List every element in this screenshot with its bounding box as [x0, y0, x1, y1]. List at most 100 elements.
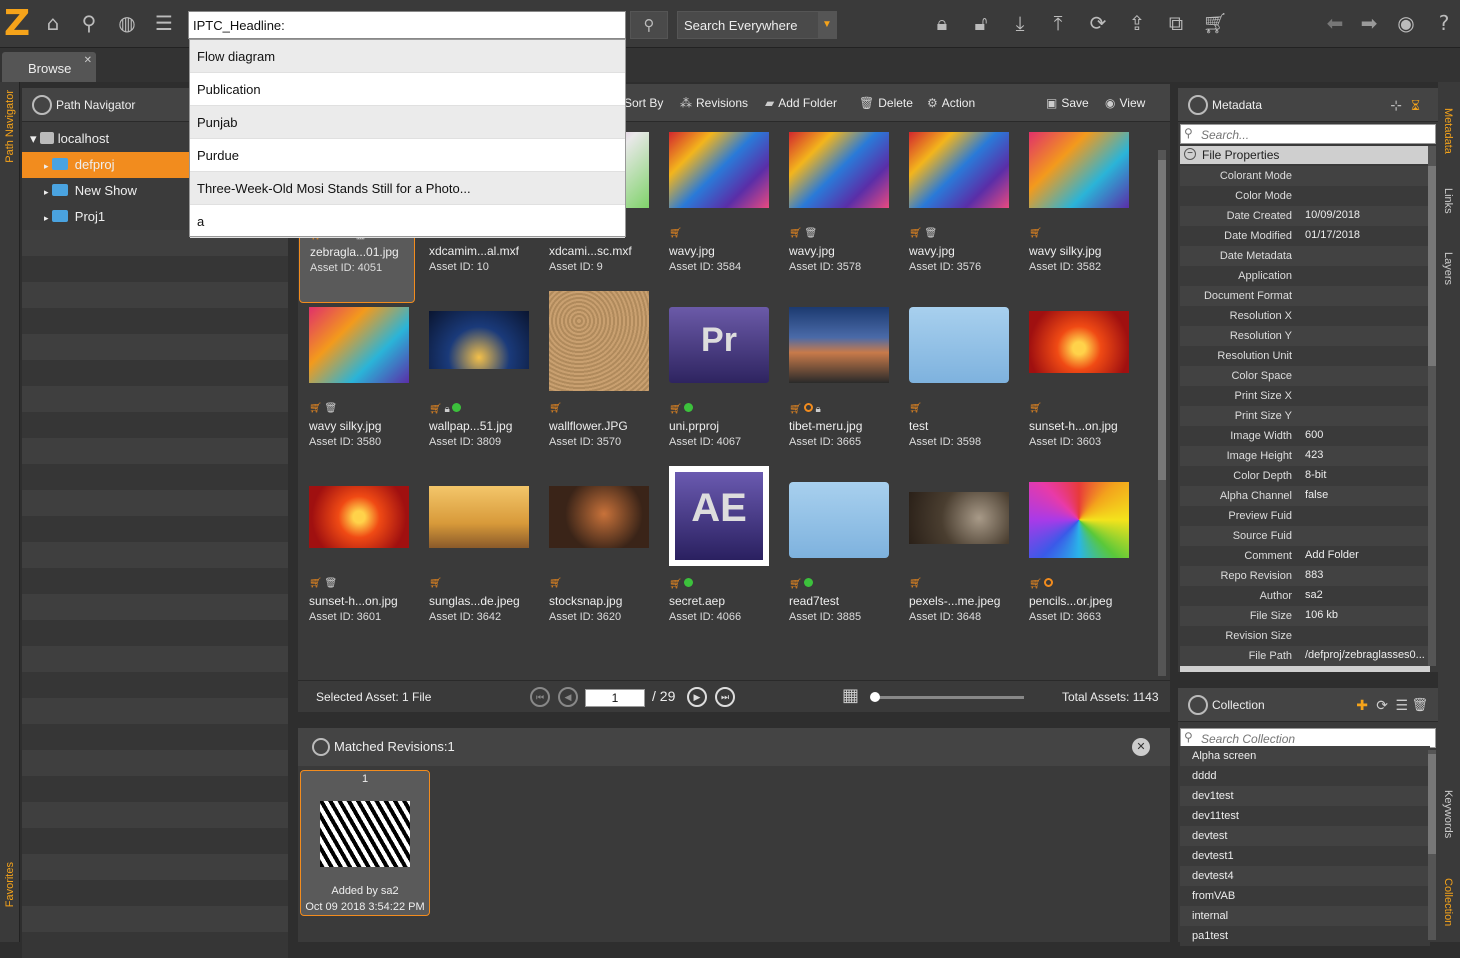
metadata-value[interactable]: [1301, 346, 1429, 349]
metadata-value[interactable]: [1301, 286, 1429, 289]
collection-item[interactable]: devtest: [1180, 826, 1430, 846]
trash-icon[interactable]: 🗑︎: [1411, 688, 1428, 722]
help-icon[interactable]: ?: [1431, 10, 1457, 36]
metadata-value[interactable]: 10/09/2018: [1301, 206, 1429, 221]
suggestion-item[interactable]: Three-Week-Old Mosi Stands Still for a P…: [190, 172, 625, 205]
sort-by-button[interactable]: Sort By: [624, 96, 663, 110]
lock-icon[interactable]: 🔒︎: [929, 10, 955, 36]
forward-arrow-icon[interactable]: ➡: [1356, 10, 1382, 36]
asset-tile[interactable]: 🛒︎ test Asset ID: 3598: [899, 303, 1015, 478]
home-icon[interactable]: ⌂: [40, 10, 66, 36]
asset-tile[interactable]: Pr 🛒︎ uni.prproj Asset ID: 4067: [659, 303, 775, 478]
links-side-tab[interactable]: Links: [1442, 188, 1454, 214]
refresh-icon[interactable]: ⟳: [1376, 688, 1388, 722]
asset-tile[interactable]: 🛒︎ 🗑︎ sunset-h...on.jpg Asset ID: 3601: [299, 478, 415, 653]
collection-item[interactable]: devtest4: [1180, 866, 1430, 886]
last-page-icon[interactable]: ⏭: [715, 687, 735, 707]
upload-icon[interactable]: ⤒: [1045, 10, 1071, 36]
close-icon[interactable]: ✕: [1132, 738, 1150, 756]
tab-browse[interactable]: Browse ✕: [2, 52, 96, 82]
asset-tile[interactable]: 🛒︎ pencils...or.jpeg Asset ID: 3663: [1019, 478, 1135, 653]
metadata-value[interactable]: [1301, 526, 1429, 529]
scrollbar-thumb[interactable]: [1428, 166, 1436, 366]
metadata-value[interactable]: [1301, 246, 1429, 249]
collection-scrollbar[interactable]: [1428, 750, 1436, 940]
asset-tile[interactable]: 🛒︎ wallflower.JPG Asset ID: 3570: [539, 291, 655, 478]
metadata-scrollbar[interactable]: [1428, 146, 1436, 666]
layers-side-tab[interactable]: Layers: [1442, 252, 1454, 285]
revision-card[interactable]: 1 Added by sa2 Oct 09 2018 3:54:22 PM: [300, 770, 430, 916]
metadata-value[interactable]: [1301, 306, 1429, 309]
search-icon[interactable]: ⚲: [76, 10, 102, 36]
metadata-value[interactable]: false: [1301, 486, 1429, 501]
keywords-side-tab[interactable]: Keywords: [1442, 790, 1454, 838]
grid-view-icon[interactable]: ▦: [842, 685, 859, 706]
metadata-value[interactable]: [1301, 266, 1429, 269]
metadata-value[interactable]: [1301, 626, 1429, 629]
collection-item[interactable]: internal: [1180, 906, 1430, 926]
view-button[interactable]: ◉ View: [1105, 96, 1145, 110]
asset-tile[interactable]: 🛒︎ pexels-...me.jpeg Asset ID: 3648: [899, 478, 1015, 653]
search-input[interactable]: [188, 11, 626, 39]
zoom-slider[interactable]: [870, 692, 1024, 702]
metadata-value[interactable]: 600: [1301, 426, 1429, 441]
asset-tile[interactable]: 🛒︎ 🗑︎ wavy silky.jpg Asset ID: 3580: [299, 303, 415, 478]
metadata-value[interactable]: [1301, 406, 1429, 409]
back-arrow-icon[interactable]: ⬅: [1322, 10, 1348, 36]
search-scope-select[interactable]: Search Everywhere ▼: [677, 11, 837, 39]
hourglass-icon[interactable]: ⏳︎: [1411, 88, 1420, 122]
metadata-value[interactable]: sa2: [1301, 586, 1429, 601]
metadata-side-tab[interactable]: Metadata: [1442, 108, 1454, 154]
collection-item[interactable]: Alpha screen: [1180, 746, 1430, 766]
download-icon[interactable]: ⤓: [1007, 10, 1033, 36]
collection-search-input[interactable]: [1180, 728, 1436, 748]
metadata-value[interactable]: 883: [1301, 566, 1429, 581]
scrollbar-thumb[interactable]: [1428, 754, 1436, 854]
metadata-value[interactable]: 106 kb: [1301, 606, 1429, 621]
metadata-value[interactable]: [1301, 366, 1429, 369]
share-icon[interactable]: ⇪: [1124, 10, 1150, 36]
metadata-value[interactable]: [1301, 186, 1429, 189]
cart-icon[interactable]: 🛒︎: [1202, 10, 1228, 36]
suggestion-item[interactable]: Publication: [190, 73, 625, 106]
collection-item[interactable]: dddd: [1180, 766, 1430, 786]
metadata-value[interactable]: [1301, 506, 1429, 509]
prev-page-icon[interactable]: ◀: [558, 687, 578, 707]
action-button[interactable]: ⚙ Action: [927, 96, 975, 110]
filter-icon[interactable]: ⊹: [1390, 88, 1402, 122]
path-navigator-side-tab[interactable]: Path Navigator: [4, 90, 16, 163]
delete-button[interactable]: 🗑︎ Delete: [859, 96, 913, 110]
save-button[interactable]: ▣ Save: [1046, 96, 1089, 110]
collection-item[interactable]: dev11test: [1180, 806, 1430, 826]
asset-tile[interactable]: AE 🛒︎ secret.aep Asset ID: 4066: [659, 466, 775, 653]
asset-tile[interactable]: 🛒︎ 🗑︎ wavy.jpg Asset ID: 3578: [779, 128, 895, 303]
page-number-input[interactable]: [585, 689, 645, 707]
first-page-icon[interactable]: ⏮: [530, 687, 550, 707]
asset-tile[interactable]: 🛒︎ sunglas...de.jpeg Asset ID: 3642: [419, 478, 535, 653]
metadata-value[interactable]: [1301, 326, 1429, 329]
unlock-icon[interactable]: 🔓︎: [968, 10, 994, 36]
asset-tile[interactable]: 🛒︎ read7test Asset ID: 3885: [779, 478, 895, 653]
compare-icon[interactable]: ⧉: [1163, 10, 1189, 36]
metadata-value[interactable]: [1301, 386, 1429, 389]
asset-tile[interactable]: 🛒︎ 🔒︎ wallpap...51.jpg Asset ID: 3809: [419, 303, 535, 478]
asset-tile[interactable]: 🛒︎ stocksnap.jpg Asset ID: 3620: [539, 478, 655, 653]
asset-tile[interactable]: 🛒︎ sunset-h...on.jpg Asset ID: 3603: [1019, 303, 1135, 478]
metadata-value[interactable]: 8-bit: [1301, 466, 1429, 481]
refresh-icon[interactable]: ⟳: [1085, 10, 1111, 36]
user-icon[interactable]: ◉: [1393, 10, 1419, 36]
metadata-value[interactable]: 423: [1301, 446, 1429, 461]
metadata-value[interactable]: /defproj/zebraglasses0...: [1301, 646, 1429, 661]
metadata-search-input[interactable]: [1180, 124, 1436, 144]
suggestion-item[interactable]: Punjab: [190, 106, 625, 139]
next-section-header[interactable]: [1180, 666, 1430, 672]
add-folder-button[interactable]: ▰ Add Folder: [765, 96, 837, 110]
suggestion-item[interactable]: a: [190, 205, 625, 238]
metadata-value[interactable]: [1301, 166, 1429, 169]
collection-item[interactable]: fromVAB: [1180, 886, 1430, 906]
suggestion-item[interactable]: Flow diagram: [190, 40, 625, 73]
scrollbar-thumb[interactable]: [1158, 160, 1166, 480]
asset-tile[interactable]: 🛒︎ 🗑︎ wavy.jpg Asset ID: 3576: [899, 128, 1015, 303]
metadata-value[interactable]: Add Folder: [1301, 546, 1429, 561]
globe-icon[interactable]: ◍: [114, 10, 140, 36]
